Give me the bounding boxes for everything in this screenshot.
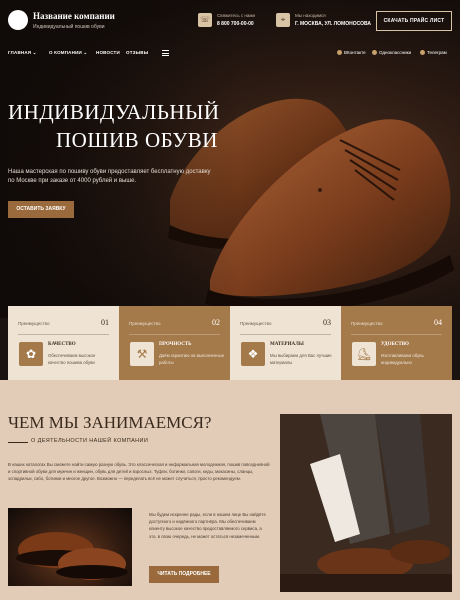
social-ok[interactable]: Одноклассники (372, 50, 411, 56)
leave-request-button[interactable]: ОСТАВИТЬ ЗАЯВКУ (8, 201, 74, 218)
quality-badge-icon: ✿ (19, 342, 43, 366)
company-name[interactable]: Название компании (33, 11, 115, 21)
address: Г. МОСКВА, УЛ. ЛОМОНОСОВА (295, 21, 371, 27)
about-subtitle: О ДЕЯТЕЛЬНОСТИ НАШЕЙ КОМПАНИИ (31, 438, 149, 444)
hero-description: Наша мастерская по пошиву обуви предоста… (8, 169, 211, 184)
nav-item-reviews[interactable]: ОТЗЫВЫ (126, 50, 148, 55)
tools-icon: ⚒ (130, 342, 154, 366)
logo[interactable] (8, 10, 28, 30)
about-title: ЧЕМ МЫ ЗАНИМАЕМСЯ? (8, 413, 212, 432)
shoe-icon: ⛸ (352, 342, 376, 366)
hero-title-line1: ИНДИВИДУАЛЬНЫЙ (8, 100, 220, 124)
telegram-icon (420, 50, 425, 56)
vk-icon (337, 50, 342, 56)
feature-card: Преимущество 04 ⛸ УДОБСТВО Изготавливаем… (341, 306, 452, 380)
phone-number[interactable]: 8 800 700-00-00 (217, 21, 254, 27)
shoes-photo (8, 508, 132, 586)
feature-card: Преимущество 02 ⚒ ПРОЧНОСТЬ Даём гаранти… (119, 306, 230, 380)
address-label: Мы находимся (295, 13, 326, 18)
download-price-button[interactable]: СКАЧАТЬ ПРАЙС ЛИСТ (376, 11, 452, 31)
social-vk[interactable]: ВКонтакте (337, 50, 366, 56)
about-text-secondary: Мы будем искренне рады, если в нашем лиц… (149, 512, 266, 539)
phone-icon: ☏ (198, 13, 212, 27)
phone-label: Свяжитесь с нами (217, 13, 256, 18)
menu-icon[interactable] (162, 50, 169, 56)
about-section: ЧЕМ МЫ ЗАНИМАЕМСЯ? О ДЕЯТЕЛЬНОСТИ НАШЕЙ … (0, 380, 460, 600)
features: Преимущество 01 ✿ КАЧЕСТВО Обеспечиваем … (8, 306, 452, 380)
social-telegram[interactable]: Телеграм (420, 50, 447, 56)
nav-item-home[interactable]: ГЛАВНАЯ ⌄ (8, 50, 37, 56)
nav-item-news[interactable]: НОВОСТИ (96, 50, 120, 55)
header: Название компании Индивидуальный пошив о… (0, 0, 460, 42)
man-tying-shoes-photo (280, 414, 452, 592)
hero-title-line2: ПОШИВ ОБУВИ (56, 128, 218, 152)
main-nav: ГЛАВНАЯ ⌄ О КОМПАНИИ ⌄ НОВОСТИ ОТЗЫВЫ ВК… (0, 46, 460, 62)
about-text: В наших каталогах Вы сможете найти самую… (8, 462, 270, 482)
ok-icon (372, 50, 377, 56)
company-subtitle: Индивидуальный пошив обуви (33, 24, 105, 30)
leather-icon: ❖ (241, 342, 265, 366)
location-icon: ⌖ (276, 13, 290, 27)
feature-card: Преимущество 01 ✿ КАЧЕСТВО Обеспечиваем … (8, 306, 119, 380)
feature-card: Преимущество 03 ❖ МАТЕРИАЛЫ Мы выбираем … (230, 306, 341, 380)
read-more-button[interactable]: ЧИТАТЬ ПОДРОБНЕЕ (149, 566, 219, 583)
nav-item-about[interactable]: О КОМПАНИИ ⌄ (49, 50, 87, 56)
